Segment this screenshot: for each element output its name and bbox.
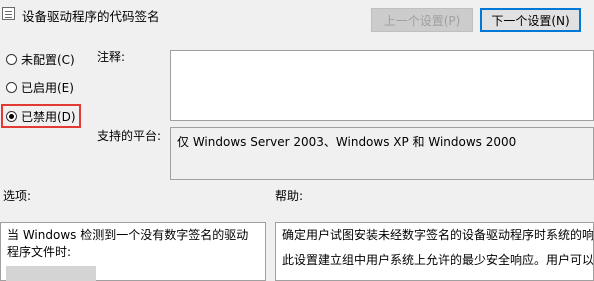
comment-textarea[interactable] — [170, 50, 594, 121]
supported-platform-value: 仅 Windows Server 2003、Windows XP 和 Windo… — [177, 135, 517, 149]
options-dropdown[interactable] — [6, 266, 96, 281]
help-panel: 确定用户试图安装未经数字签名的设备驱动程序时系统的响应 此设置建立组中用户系统上… — [275, 222, 594, 281]
radio-circle-icon[interactable] — [6, 53, 17, 65]
help-text-line1: 确定用户试图安装未经数字签名的设备驱动程序时系统的响应 — [282, 228, 594, 242]
policy-setting-icon — [2, 7, 15, 20]
options-text-line2: 程序文件时: — [7, 245, 72, 259]
radio-selected-icon[interactable] — [6, 110, 17, 122]
window-title: 设备驱动程序的代码签名 — [22, 9, 160, 24]
help-label: 帮助: — [275, 189, 304, 203]
radio-not-configured[interactable]: 未配置(C) — [6, 50, 75, 68]
radio-disabled[interactable]: 已禁用(D) — [6, 107, 76, 125]
options-text-line1: 当 Windows 检测到一个没有数字签名的驱动 — [7, 228, 249, 242]
radio-label: 已禁用(D) — [21, 109, 76, 124]
radio-enabled[interactable]: 已启用(E) — [6, 78, 74, 96]
supported-platform-label: 支持的平台: — [97, 129, 162, 143]
previous-setting-button[interactable]: 上一个设置(P) — [371, 8, 473, 32]
supported-platform-box: 仅 Windows Server 2003、Windows XP 和 Windo… — [170, 127, 594, 180]
radio-label: 已启用(E) — [21, 80, 74, 95]
next-setting-button[interactable]: 下一个设置(N) — [480, 8, 581, 32]
help-text-line2: 此设置建立组中用户系统上允许的最少安全响应。用户可以使 — [282, 253, 594, 267]
radio-circle-icon[interactable] — [6, 81, 17, 93]
comment-label: 注释: — [97, 50, 126, 64]
radio-label: 未配置(C) — [21, 52, 75, 67]
options-label: 选项: — [3, 189, 32, 203]
